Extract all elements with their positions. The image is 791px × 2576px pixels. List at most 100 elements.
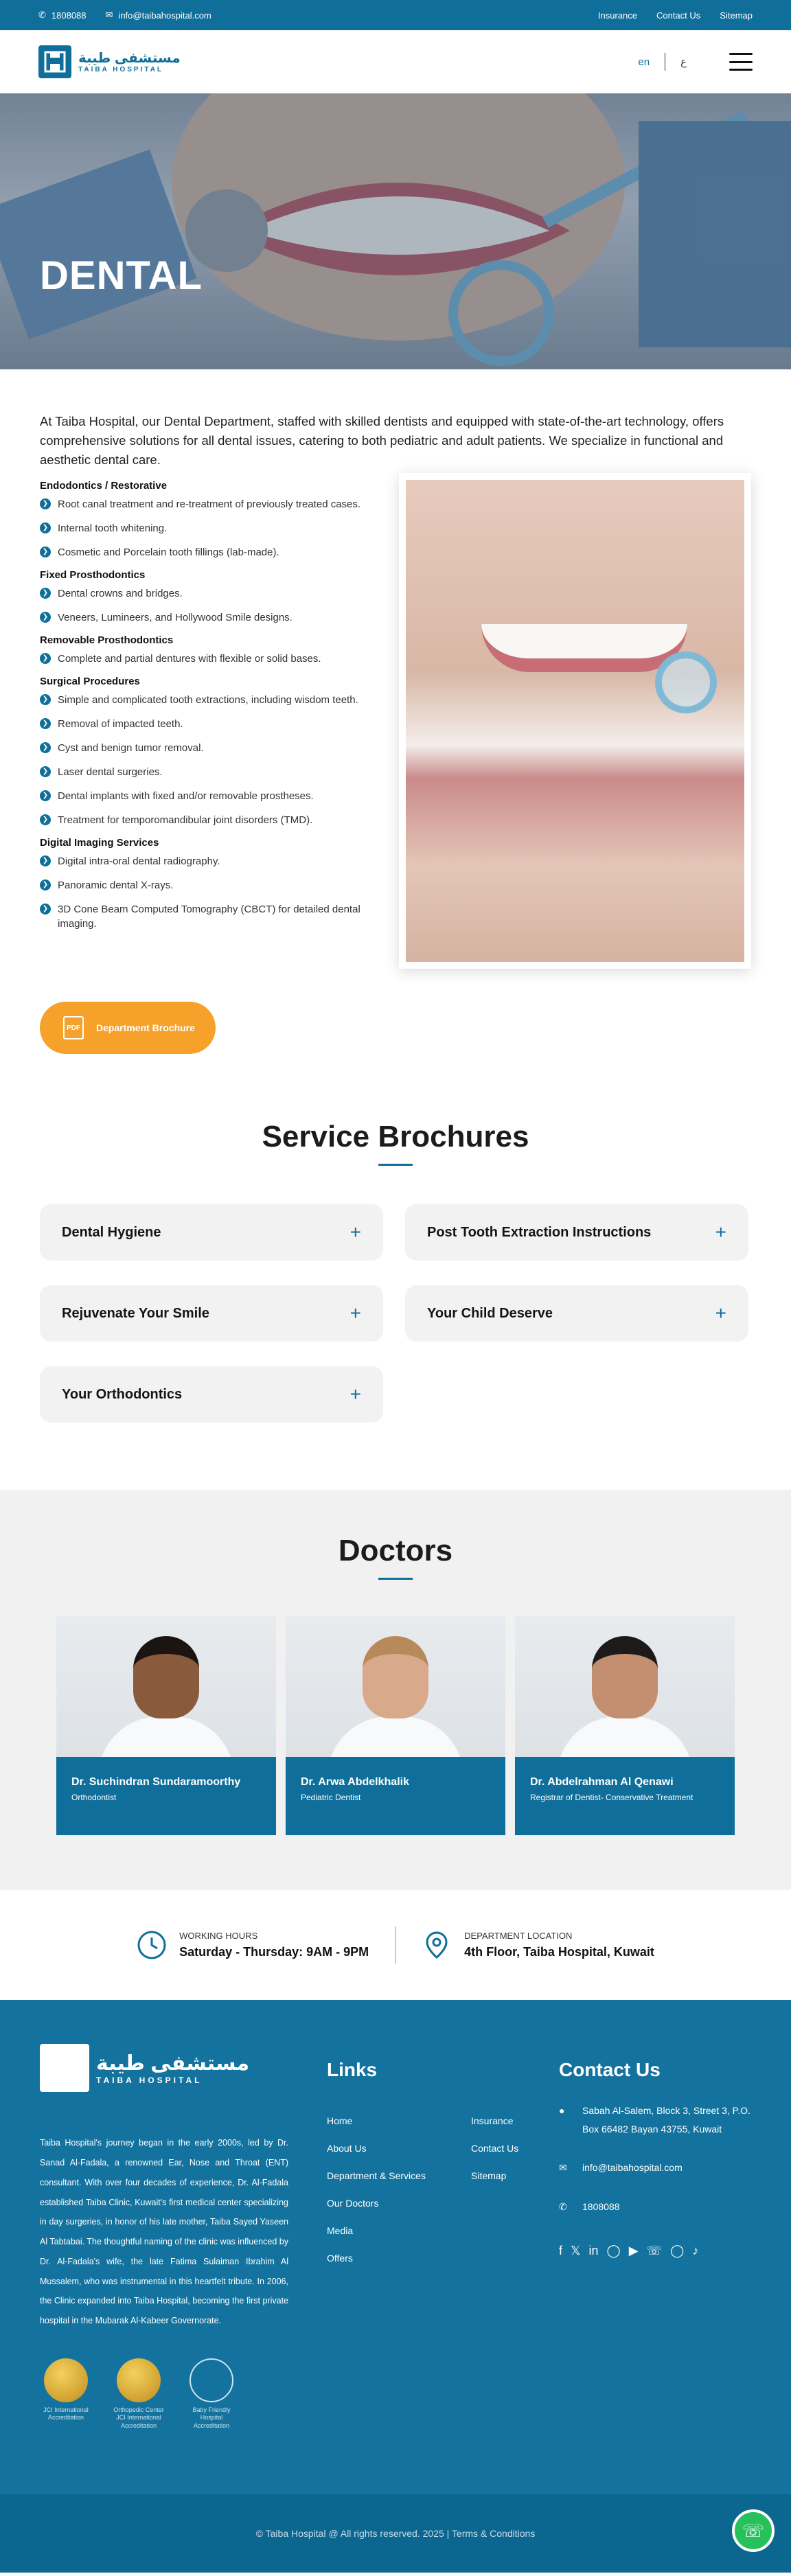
service-item: ❯ Digital intra-oral dental radiography. bbox=[40, 854, 371, 869]
service-item-text: Cyst and benign tumor removal. bbox=[58, 742, 204, 755]
service-item: ❯ Cyst and benign tumor removal. bbox=[40, 741, 371, 755]
doctors-title: Doctors bbox=[338, 1534, 453, 1568]
service-group-heading: Removable Prosthodontics bbox=[40, 634, 174, 647]
youtube-icon[interactable]: ▶ bbox=[629, 2244, 639, 2258]
chat-icon[interactable]: ◯ bbox=[670, 2244, 684, 2258]
brochure-accordion[interactable]: Post Tooth Extraction Instructions + bbox=[405, 1204, 748, 1261]
tiktok-icon[interactable]: ♪ bbox=[692, 2244, 698, 2258]
service-item: ❯ Dental implants with fixed and/or remov… bbox=[40, 789, 371, 803]
service-group-heading: Digital Imaging Services bbox=[40, 837, 159, 849]
footer-link[interactable]: Contact Us bbox=[471, 2143, 553, 2154]
hours-value: Saturday - Thursday: 9AM - 9PM bbox=[179, 1945, 369, 1959]
footer-link[interactable]: Home bbox=[327, 2115, 471, 2126]
footer-link[interactable]: Sitemap bbox=[471, 2170, 553, 2181]
brochure-accordion[interactable]: Your Orthodontics + bbox=[40, 1366, 383, 1423]
doctor-card[interactable]: Dr. Suchindran Sundaramoorthy Orthodontis… bbox=[56, 1615, 276, 1836]
plus-icon[interactable]: + bbox=[715, 1302, 726, 1324]
whatsapp-icon[interactable]: ☏ bbox=[647, 2244, 663, 2258]
footer-logo[interactable]: مستشفى طيبة TAIBA HOSPITAL bbox=[40, 2044, 288, 2093]
logo[interactable]: مستشفى طيبة TAIBA HOSPITAL bbox=[38, 45, 181, 78]
doctor-card[interactable]: Dr. Abdelrahman Al Qenawi Registrar of De… bbox=[515, 1615, 735, 1836]
footer-link-spacer bbox=[471, 2225, 553, 2236]
service-group-heading: Endodontics / Restorative bbox=[40, 480, 168, 492]
service-item: ❯ Treatment for temporomandibular joint d… bbox=[40, 813, 371, 827]
email-link[interactable]: ✉ info@taibahospital.com bbox=[106, 10, 211, 21]
service-item-text: Treatment for temporomandibular joint di… bbox=[58, 814, 313, 827]
service-item: ❯ Veneers, Lumineers, and Hollywood Smile… bbox=[40, 610, 371, 625]
chevron-right-icon: ❯ bbox=[40, 612, 51, 623]
footer-link[interactable]: Department & Services bbox=[327, 2170, 471, 2181]
footer-links-title: Links bbox=[327, 2059, 378, 2081]
chevron-right-icon: ❯ bbox=[40, 547, 51, 558]
footer-link[interactable]: Our Doctors bbox=[327, 2198, 471, 2209]
logo-mark bbox=[38, 45, 71, 78]
facebook-icon[interactable]: f bbox=[559, 2244, 562, 2258]
department-brochure-button[interactable]: PDF Department Brochure bbox=[40, 1002, 216, 1055]
location-pin-icon bbox=[426, 1931, 448, 1959]
plus-icon[interactable]: + bbox=[715, 1221, 726, 1243]
service-item-text: Removal of impacted teeth. bbox=[58, 718, 183, 731]
copyright-text: © Taiba Hospital @ All rights reserved. … bbox=[255, 2528, 536, 2540]
brochures-title: Service Brochures bbox=[262, 1120, 529, 1154]
service-item: ❯ Laser dental surgeries. bbox=[40, 765, 371, 779]
lang-en[interactable]: en bbox=[638, 56, 650, 68]
footer-phone[interactable]: 1808088 bbox=[582, 2198, 620, 2216]
footer-link-spacer bbox=[471, 2198, 553, 2209]
brochure-accordion[interactable]: Rejuvenate Your Smile + bbox=[40, 1285, 383, 1342]
site-header: مستشفى طيبة TAIBA HOSPITAL en ع bbox=[0, 30, 791, 93]
logo-arabic: مستشفى طيبة bbox=[78, 50, 181, 66]
footer-address: Sabah Al-Salem, Block 3, Street 3, P.O. … bbox=[582, 2105, 750, 2135]
x-icon[interactable]: 𝕏 bbox=[571, 2244, 581, 2258]
footer-link[interactable]: Offers bbox=[327, 2253, 471, 2264]
footer-email[interactable]: info@taibahospital.com bbox=[582, 2159, 683, 2177]
brochure-accordion[interactable]: Your Child Deserve + bbox=[405, 1285, 748, 1342]
service-item: ❯ Removal of impacted teeth. bbox=[40, 717, 371, 731]
plus-icon[interactable]: + bbox=[350, 1221, 361, 1243]
brochure-title: Your Orthodontics bbox=[62, 1386, 183, 1402]
location-value: 4th Floor, Taiba Hospital, Kuwait bbox=[464, 1945, 654, 1959]
doctors-section: Doctors Dr. Suchindran Sundaramoorthy Ort… bbox=[0, 1490, 791, 1891]
doctor-photo bbox=[515, 1615, 735, 1758]
chevron-right-icon: ❯ bbox=[40, 742, 51, 754]
copyright-bar: © Taiba Hospital @ All rights reserved. … bbox=[0, 2494, 791, 2573]
hamburger-menu-icon[interactable] bbox=[729, 53, 753, 71]
hero-banner: DENTAL bbox=[0, 93, 791, 369]
chevron-right-icon: ❯ bbox=[40, 814, 51, 826]
phone-number: 1808088 bbox=[51, 10, 87, 21]
service-item-text: Internal tooth whitening. bbox=[58, 522, 168, 535]
lang-ar[interactable]: ع bbox=[680, 56, 687, 68]
doctor-card[interactable]: Dr. Arwa Abdelkhalik Pediatric Dentist bbox=[286, 1615, 505, 1836]
plus-icon[interactable]: + bbox=[350, 1302, 361, 1324]
instagram-icon[interactable]: ◯ bbox=[607, 2244, 621, 2258]
chevron-right-icon: ❯ bbox=[40, 855, 51, 867]
service-item: ❯ Dental crowns and bridges. bbox=[40, 586, 371, 601]
service-item-text: Complete and partial dentures with flexi… bbox=[58, 653, 321, 665]
doctor-name: Dr. Arwa Abdelkhalik bbox=[301, 1776, 409, 1789]
doctor-role: Orthodontist bbox=[71, 1793, 117, 1803]
badge-jci: JCI International Accreditation bbox=[40, 2358, 92, 2430]
department-info-strip: WORKING HOURS Saturday - Thursday: 9AM -… bbox=[0, 1890, 791, 2000]
badge-orthopedic: Orthopedic Center JCI International Accr… bbox=[113, 2358, 165, 2430]
brochure-title: Dental Hygiene bbox=[62, 1224, 161, 1240]
whatsapp-float-icon[interactable]: ☏ bbox=[732, 2509, 775, 2553]
footer-link[interactable]: About Us bbox=[327, 2143, 471, 2154]
chevron-right-icon: ❯ bbox=[40, 790, 51, 802]
footer-link[interactable]: Media bbox=[327, 2225, 471, 2236]
footer-links: Home Insurance About Us Contact Us Departmen… bbox=[327, 2115, 559, 2264]
top-bar: ✆ 1808088 ✉ info@taibahospital.com Insur… bbox=[0, 0, 791, 30]
logo-english: TAIBA HOSPITAL bbox=[78, 65, 164, 73]
topbar-link-contact[interactable]: Contact Us bbox=[656, 10, 700, 21]
plus-icon[interactable]: + bbox=[350, 1383, 361, 1405]
linkedin-icon[interactable]: in bbox=[589, 2244, 599, 2258]
footer-link-spacer bbox=[471, 2253, 553, 2264]
topbar-link-insurance[interactable]: Insurance bbox=[598, 10, 637, 21]
footer-link[interactable]: Insurance bbox=[471, 2115, 553, 2126]
services-list: Endodontics / Restorative ❯ Root canal tre… bbox=[40, 473, 371, 969]
topbar-link-sitemap[interactable]: Sitemap bbox=[720, 10, 753, 21]
brochure-button-label: Department Brochure bbox=[96, 1022, 195, 1034]
phone-link[interactable]: ✆ 1808088 bbox=[38, 10, 87, 21]
footer-logo-english: TAIBA HOSPITAL bbox=[96, 2075, 203, 2085]
service-item-text: 3D Cone Beam Computed Tomography (CBCT) … bbox=[58, 904, 360, 930]
brochure-accordion[interactable]: Dental Hygiene + bbox=[40, 1204, 383, 1261]
service-brochures-section: Service Brochures Dental Hygiene + Post To… bbox=[0, 1054, 791, 1423]
